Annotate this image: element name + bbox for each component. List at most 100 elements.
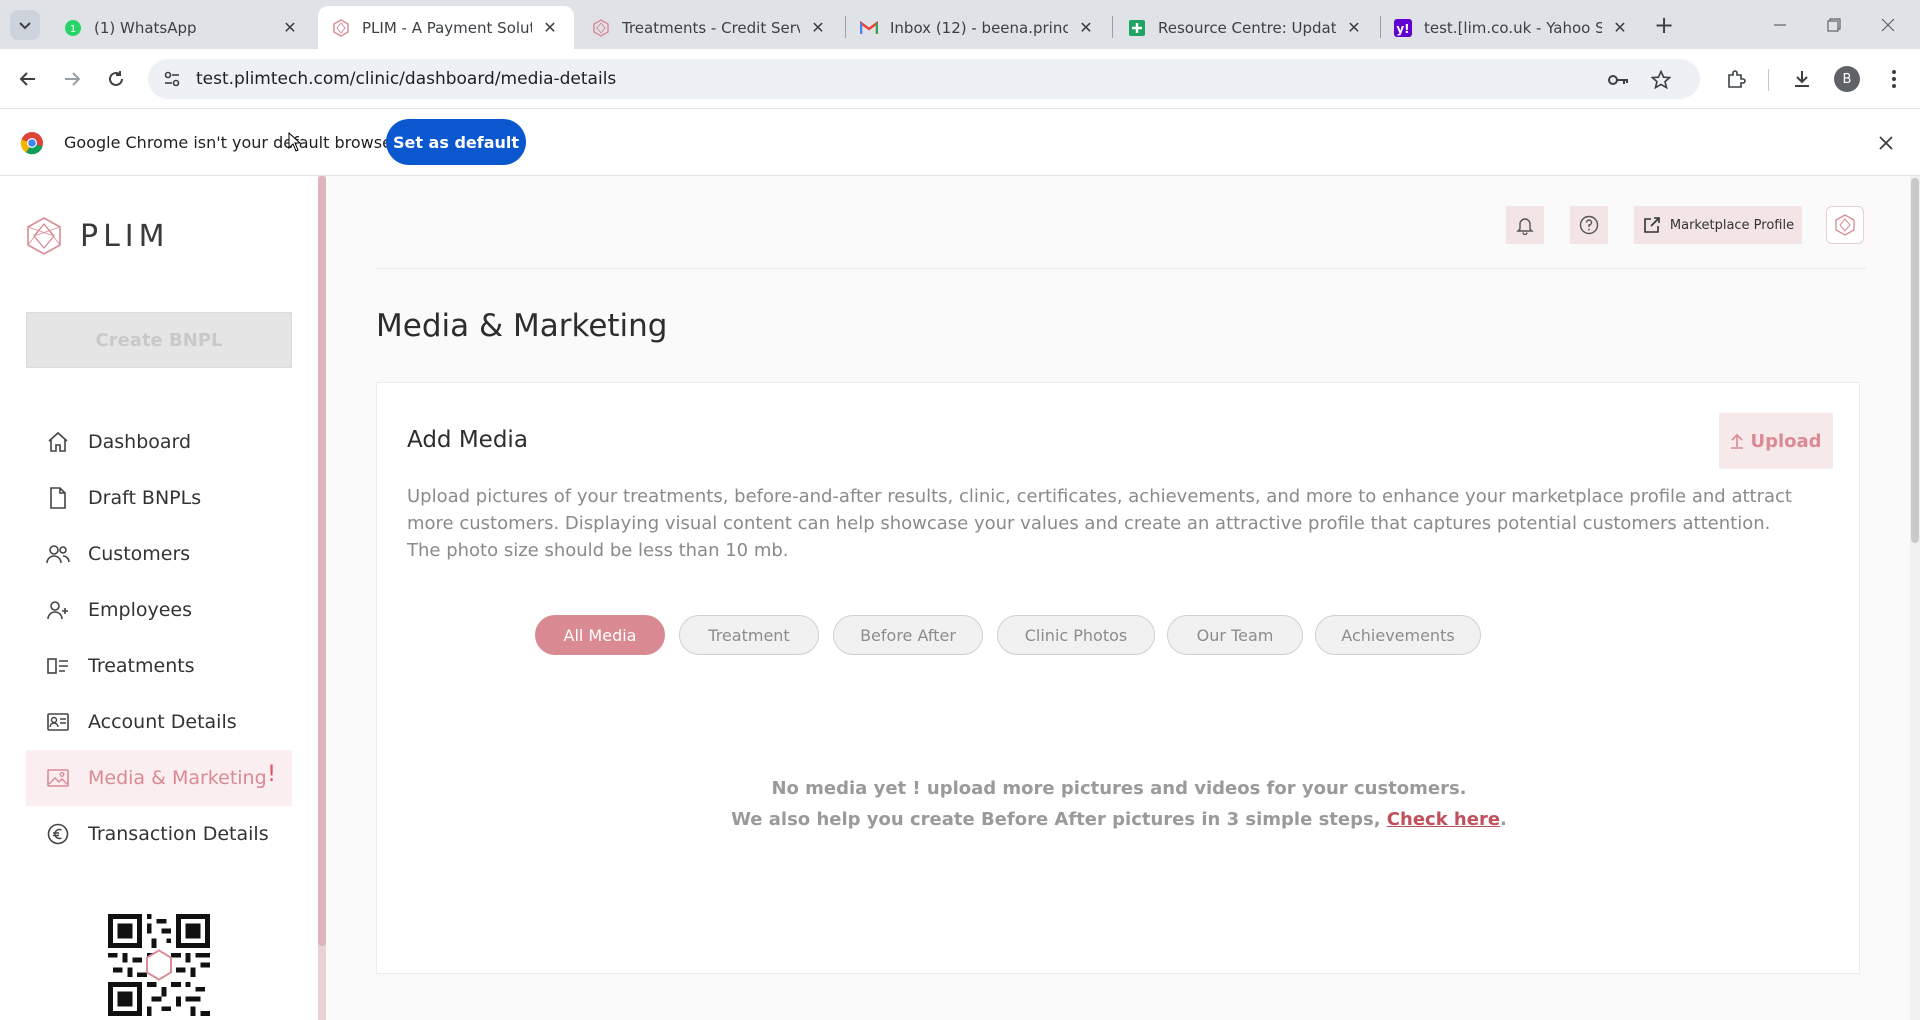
filter-treatment[interactable]: Treatment: [679, 615, 819, 655]
window-close-button[interactable]: [1860, 0, 1916, 49]
tab-treatments[interactable]: Treatments - Credit Service ✕: [578, 6, 842, 49]
id-card-icon: [46, 710, 70, 734]
svg-text:y!: y!: [1396, 22, 1409, 36]
yahoo-icon: y!: [1394, 18, 1412, 37]
sidebar-item-customers[interactable]: Customers: [26, 526, 292, 582]
close-icon[interactable]: ✕: [280, 18, 300, 38]
sidebar-item-transaction-details[interactable]: Transaction Details: [26, 806, 292, 862]
tab-gmail[interactable]: Inbox (12) - beena.prince@ ✕: [846, 6, 1110, 49]
arrow-right-icon: [65, 72, 81, 86]
new-tab-button[interactable]: +: [1650, 11, 1678, 39]
sidebar-scrollbar-thumb[interactable]: [318, 176, 326, 946]
external-link-icon: [1644, 217, 1660, 233]
page-scrollbar-thumb[interactable]: [1911, 178, 1919, 543]
card-description: Upload pictures of your treatments, befo…: [407, 486, 1792, 561]
empty-state-prefix: We also help you create Before After pic…: [731, 809, 1387, 830]
tab-title: PLIM - A Payment Solution: [362, 18, 532, 37]
tab-plim[interactable]: PLIM - A Payment Solution ✕: [318, 6, 574, 49]
notifications-button[interactable]: [1506, 206, 1544, 244]
empty-state-line1: No media yet ! upload more pictures and …: [771, 778, 1467, 799]
restore-button[interactable]: [1806, 0, 1862, 49]
brand[interactable]: PLIM: [24, 216, 170, 256]
browser-tab-strip: 1 (1) WhatsApp ✕ PLIM - A Payment Soluti…: [0, 0, 1920, 49]
filter-clinic-photos[interactable]: Clinic Photos: [997, 615, 1155, 655]
back-button[interactable]: [12, 63, 44, 95]
chrome-logo-icon: [20, 132, 43, 155]
empty-state-suffix: .: [1500, 809, 1507, 830]
sidebar-item-label: Transaction Details: [88, 823, 269, 845]
plim-app: PLIM Create BNPL Dashboard Draft BNPLs C…: [0, 176, 1920, 1020]
url-text: test.plimtech.com/clinic/dashboard/media…: [196, 69, 617, 89]
tab-resource-centre[interactable]: Resource Centre: Updates ✕: [1114, 6, 1378, 49]
close-icon[interactable]: ✕: [808, 18, 828, 38]
sheets-plus-icon: [1128, 19, 1146, 37]
tab-yahoo[interactable]: y! test.[lim.co.uk - Yahoo Sear ✕: [1380, 6, 1644, 49]
tab-title: Resource Centre: Updates: [1158, 18, 1336, 37]
filter-all-media[interactable]: All Media: [535, 615, 665, 655]
kebab-menu-icon: [1892, 70, 1896, 88]
filter-achievements[interactable]: Achievements: [1315, 615, 1481, 655]
tab-whatsapp[interactable]: 1 (1) WhatsApp ✕: [50, 6, 314, 49]
chrome-menu-button[interactable]: [1878, 63, 1910, 95]
tab-separator: [1112, 16, 1113, 38]
sidebar-item-draft-bnpls[interactable]: Draft BNPLs: [26, 470, 292, 526]
close-icon[interactable]: ✕: [1344, 18, 1364, 38]
upload-button[interactable]: Upload: [1719, 413, 1833, 469]
create-bnpl-button[interactable]: Create BNPL: [26, 312, 292, 368]
home-icon: [46, 430, 70, 454]
check-here-link[interactable]: Check here: [1387, 809, 1500, 830]
sidebar-item-account-details[interactable]: Account Details: [26, 694, 292, 750]
profile-avatar[interactable]: B: [1834, 66, 1860, 92]
close-icon: [1881, 18, 1895, 31]
tab-search-button[interactable]: [10, 10, 40, 40]
close-icon[interactable]: ✕: [540, 18, 560, 38]
infobar-close-button[interactable]: [1874, 131, 1898, 155]
puzzle-icon: [1728, 70, 1746, 88]
sidebar: PLIM Create BNPL Dashboard Draft BNPLs C…: [0, 176, 318, 1020]
sidebar-item-treatments[interactable]: Treatments: [26, 638, 292, 694]
bookmark-star-icon[interactable]: [1650, 69, 1672, 91]
upload-label: Upload: [1750, 430, 1822, 452]
filter-before-after[interactable]: Before After: [833, 615, 983, 655]
browser-toolbar: test.plimtech.com/clinic/dashboard/media…: [0, 49, 1920, 108]
sidebar-item-employees[interactable]: Employees: [26, 582, 292, 638]
brand-name: PLIM: [80, 218, 170, 254]
clinic-avatar[interactable]: [1826, 206, 1864, 244]
reload-icon: [109, 71, 123, 86]
marketplace-profile-button[interactable]: Marketplace Profile: [1634, 206, 1802, 244]
help-button[interactable]: [1570, 206, 1608, 244]
mouse-cursor-icon: [288, 132, 302, 152]
tab-title: (1) WhatsApp: [94, 18, 197, 37]
minimize-button[interactable]: [1752, 0, 1808, 49]
sidebar-item-media-marketing[interactable]: Media & Marketing !: [26, 750, 292, 806]
help-icon: [1579, 215, 1599, 235]
chevron-down-icon: [19, 22, 31, 30]
header-divider: [376, 268, 1866, 269]
restore-icon: [1827, 17, 1841, 32]
password-key-icon[interactable]: [1608, 69, 1630, 91]
minimize-icon: [1774, 23, 1786, 26]
close-icon: [1879, 136, 1893, 150]
alert-badge: !: [267, 762, 276, 787]
close-icon[interactable]: ✕: [1610, 18, 1630, 38]
filter-our-team[interactable]: Our Team: [1167, 615, 1303, 655]
qr-code[interactable]: [108, 914, 210, 1016]
close-icon[interactable]: ✕: [1076, 18, 1096, 38]
downloads-button[interactable]: [1786, 63, 1818, 95]
whatsapp-icon: 1: [64, 19, 82, 37]
sidebar-item-dashboard[interactable]: Dashboard: [26, 414, 292, 470]
set-as-default-button[interactable]: Set as default: [386, 119, 526, 165]
marketplace-profile-label: Marketplace Profile: [1669, 217, 1795, 233]
svg-text:1: 1: [70, 24, 76, 35]
add-media-card: Add Media Upload Upload pictures of your…: [376, 382, 1860, 974]
media-filter-tabs: All Media Treatment Before After Clinic …: [377, 615, 1861, 655]
image-icon: [46, 766, 70, 790]
sidebar-item-label: Employees: [88, 599, 192, 621]
address-bar[interactable]: test.plimtech.com/clinic/dashboard/media…: [148, 59, 1700, 99]
site-settings-icon[interactable]: [162, 69, 182, 89]
sidebar-nav: Dashboard Draft BNPLs Customers Employee…: [26, 414, 292, 862]
top-bar: Marketplace Profile: [326, 206, 1894, 250]
forward-button[interactable]: [56, 63, 88, 95]
extensions-button[interactable]: [1720, 63, 1752, 95]
reload-button[interactable]: [100, 63, 132, 95]
